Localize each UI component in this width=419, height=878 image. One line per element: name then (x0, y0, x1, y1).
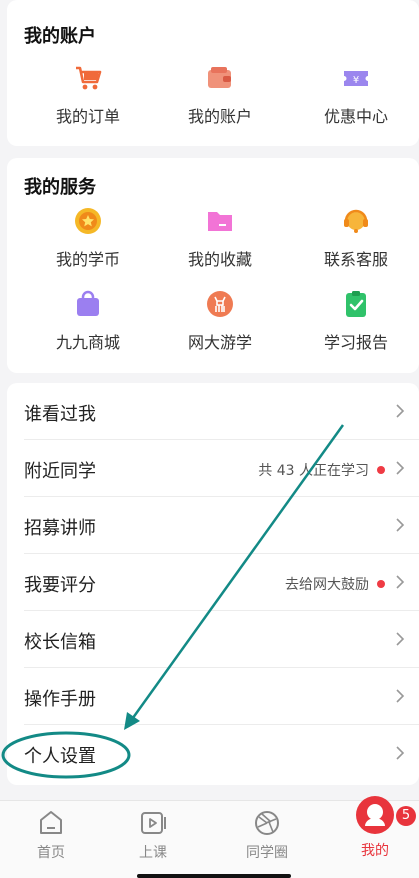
study-tour-button[interactable]: 网大游学 (155, 289, 285, 353)
coupon-center-button[interactable]: ¥ 优惠中心 (291, 63, 419, 127)
menu-row-label: 个人设置 (24, 746, 96, 767)
account-title: 我的账户 (24, 26, 96, 47)
my-account-label: 我的账户 (187, 107, 252, 126)
tab-class[interactable]: 上课 (113, 801, 193, 862)
my-favorites-label: 我的收藏 (187, 250, 252, 269)
mall-button[interactable]: 九九商城 (23, 289, 153, 353)
menu-row-principal-mailbox[interactable]: 校长信箱 (24, 611, 419, 668)
rate-hint-label: 去给网大鼓励 (285, 577, 369, 593)
menu-row-label: 谁看过我 (24, 404, 96, 425)
chevron-right-icon (396, 404, 405, 418)
tab-home-label: 首页 (37, 845, 65, 861)
mall-label: 九九商城 (55, 333, 120, 352)
menu-row-label: 操作手册 (24, 689, 96, 710)
customer-service-button[interactable]: 联系客服 (291, 206, 419, 270)
shopping-bag-icon (77, 290, 99, 316)
account-card: 我的账户 我的订单 我的账户 ¥ 优惠中心 (7, 0, 419, 146)
home-indicator (137, 874, 291, 878)
red-dot-indicator (377, 466, 385, 474)
folder-icon (208, 212, 232, 231)
wallet-icon (208, 67, 231, 88)
chevron-right-icon (396, 575, 405, 589)
menu-row-rate-app[interactable]: 我要评分 去给网大鼓励 (24, 554, 419, 611)
play-icon (141, 812, 166, 834)
services-card: 我的服务 我的学币 我的收藏 联系客服 九九商城 网大游学 学习报告 (7, 158, 419, 373)
home-icon (40, 811, 62, 834)
tab-class-label: 上课 (139, 845, 167, 861)
menu-row-recruit-lecturer[interactable]: 招募讲师 (24, 497, 419, 554)
notification-badge: 5 (396, 806, 416, 826)
my-coins-button[interactable]: 我的学币 (23, 206, 153, 270)
study-report-button[interactable]: 学习报告 (291, 289, 419, 353)
chevron-right-icon (396, 746, 405, 760)
svg-text:¥: ¥ (353, 75, 359, 86)
rate-hint-text: 去给网大鼓励 (285, 574, 385, 594)
deer-icon (207, 291, 233, 317)
tab-classmates[interactable]: 同学圈 (227, 801, 307, 862)
my-account-button[interactable]: 我的账户 (155, 63, 285, 127)
menu-row-nearby-classmates[interactable]: 附近同学 共 43 人正在学习 (24, 440, 419, 497)
menu-card: 谁看过我 附近同学 共 43 人正在学习 招募讲师 我要评分 去给网大鼓励 校长… (7, 383, 419, 785)
menu-row-label: 招募讲师 (24, 518, 96, 539)
customer-service-label: 联系客服 (323, 250, 388, 269)
menu-row-label: 附近同学 (24, 461, 96, 482)
chevron-right-icon (396, 689, 405, 703)
tab-classmates-label: 同学圈 (246, 845, 288, 861)
shopping-cart-icon (76, 66, 102, 90)
menu-row-label: 我要评分 (24, 575, 96, 596)
nearby-count-text: 共 43 人正在学习 (258, 460, 385, 480)
services-title: 我的服务 (24, 177, 96, 198)
aperture-icon (255, 811, 279, 835)
bottom-tab-bar: 首页 上课 同学圈 我的 (0, 796, 419, 878)
chevron-right-icon (396, 632, 405, 646)
coin-icon (75, 208, 101, 234)
study-report-label: 学习报告 (323, 333, 388, 352)
nearby-count-label: 共 43 人正在学习 (258, 463, 369, 479)
profile-icon (356, 796, 394, 834)
tab-mine-label: 我的 (361, 843, 389, 859)
menu-row-personal-settings[interactable]: 个人设置 (24, 725, 419, 782)
tab-home[interactable]: 首页 (11, 801, 91, 862)
report-icon (346, 291, 366, 317)
menu-row-label: 校长信箱 (24, 632, 96, 653)
my-orders-button[interactable]: 我的订单 (23, 63, 153, 127)
chevron-right-icon (396, 518, 405, 532)
chevron-right-icon (396, 461, 405, 475)
headset-icon (344, 209, 368, 233)
menu-row-visitors[interactable]: 谁看过我 (24, 383, 419, 440)
red-dot-indicator (377, 580, 385, 588)
my-coins-label: 我的学币 (55, 250, 120, 269)
coupon-center-label: 优惠中心 (323, 107, 388, 126)
study-tour-label: 网大游学 (187, 333, 252, 352)
menu-row-manual[interactable]: 操作手册 (24, 668, 419, 725)
my-favorites-button[interactable]: 我的收藏 (155, 206, 285, 270)
coupon-icon: ¥ (344, 71, 368, 86)
my-orders-label: 我的订单 (55, 107, 120, 126)
